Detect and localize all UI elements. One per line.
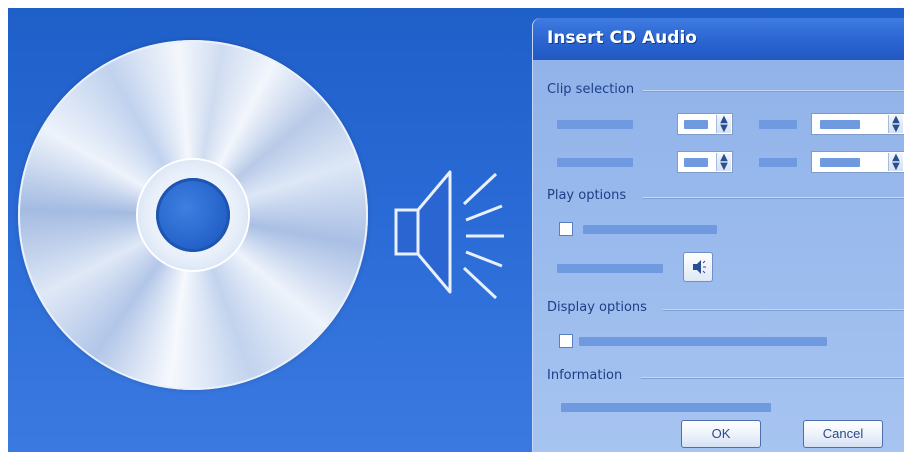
start-time-stepper[interactable]: ▲ ▼: [811, 113, 904, 135]
clip-selection-heading: Clip selection: [547, 82, 635, 97]
end-track-stepper[interactable]: ▲ ▼: [677, 151, 733, 173]
spin-arrows-icon[interactable]: ▲ ▼: [888, 153, 903, 172]
clip-selection-divider: [643, 90, 904, 92]
start-track-stepper[interactable]: ▲ ▼: [677, 113, 733, 135]
end-track-value: [684, 158, 708, 167]
hide-icon-checkbox-label: [579, 337, 827, 346]
volume-button[interactable]: [683, 252, 713, 282]
ok-button[interactable]: OK: [681, 420, 761, 448]
speaker-icon: [394, 170, 504, 300]
background-scene: Insert CD Audio Clip selection ▲ ▼ ▲ ▼ ▲ ▼ …: [8, 8, 904, 452]
information-heading: Information: [547, 368, 623, 383]
cd-center-hole: [156, 178, 230, 252]
play-options-divider: [643, 197, 904, 199]
end-time-stepper[interactable]: ▲ ▼: [811, 151, 904, 173]
dialog-title-bar[interactable]: Insert CD Audio: [533, 18, 904, 60]
information-text: [561, 403, 771, 412]
display-options-divider: [663, 309, 904, 311]
start-track-value: [684, 120, 708, 129]
loop-checkbox[interactable]: [559, 222, 573, 236]
display-options-heading: Display options: [547, 300, 647, 315]
insert-cd-audio-dialog: Insert CD Audio Clip selection ▲ ▼ ▲ ▼ ▲ ▼ …: [532, 18, 904, 452]
loop-checkbox-label: [583, 225, 717, 234]
spin-arrows-icon[interactable]: ▲ ▼: [716, 153, 731, 172]
spin-arrows-icon[interactable]: ▲ ▼: [888, 115, 903, 134]
cancel-button[interactable]: Cancel: [803, 420, 883, 448]
spin-arrows-icon[interactable]: ▲ ▼: [716, 115, 731, 134]
dialog-title: Insert CD Audio: [547, 28, 697, 48]
play-options-heading: Play options: [547, 188, 627, 203]
information-divider: [641, 377, 904, 379]
end-time-value: [820, 158, 860, 167]
volume-label: [557, 264, 663, 273]
end-track-label: [557, 158, 633, 167]
start-time-label: [759, 120, 797, 129]
hide-icon-checkbox[interactable]: [559, 334, 573, 348]
start-track-label: [557, 120, 633, 129]
end-time-label: [759, 158, 797, 167]
cd-disc-icon: [18, 40, 368, 390]
volume-icon: [693, 260, 706, 274]
start-time-value: [820, 120, 860, 129]
